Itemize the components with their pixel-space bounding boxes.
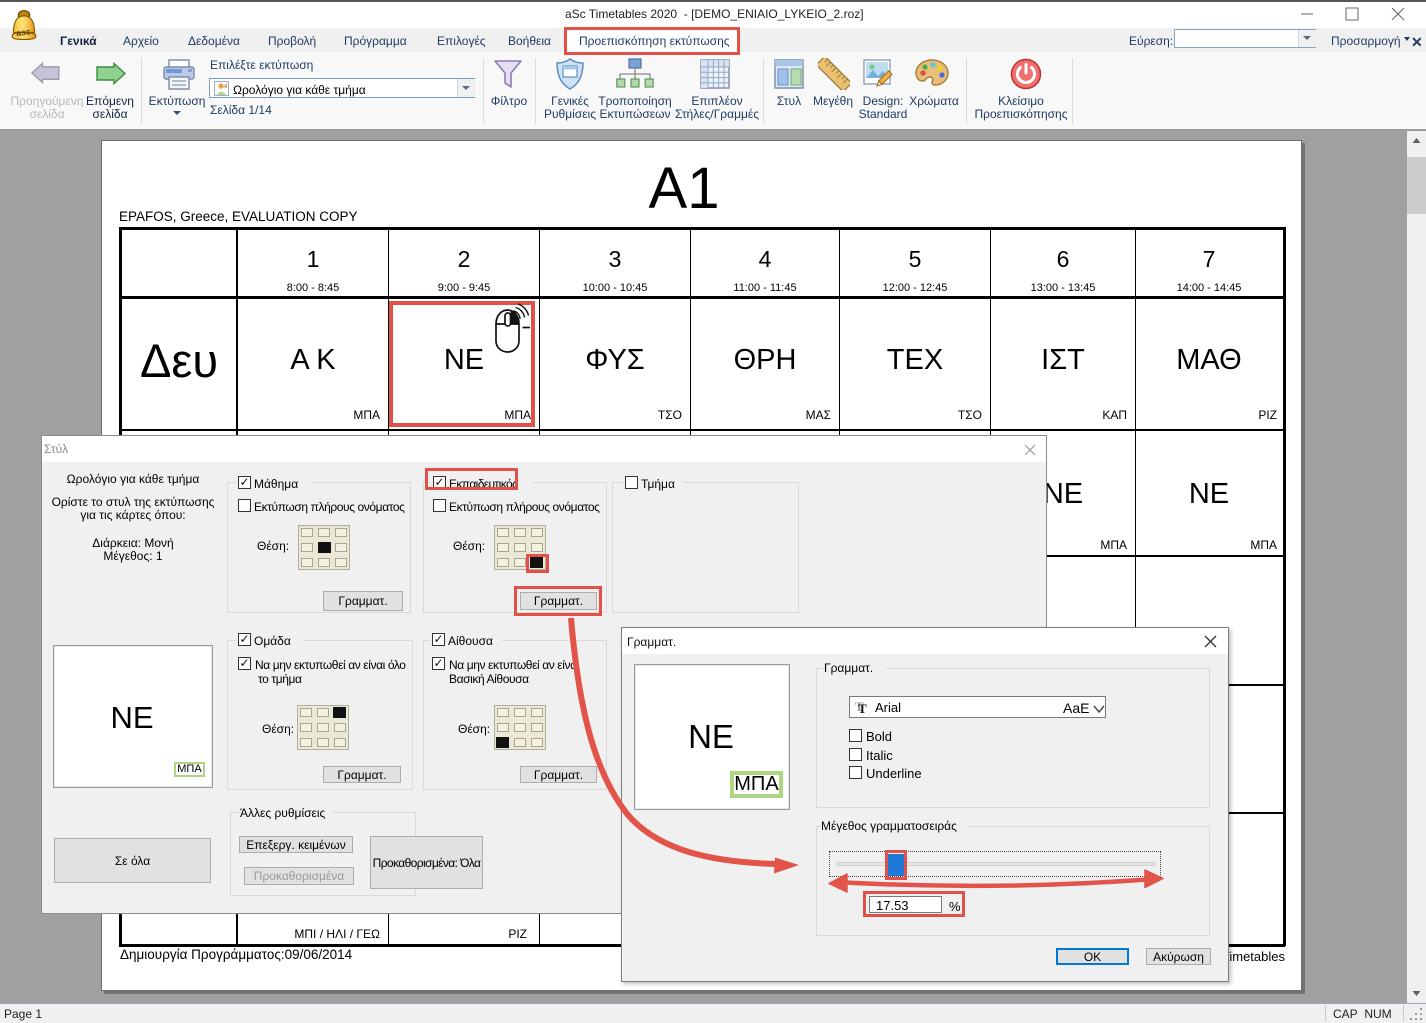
svg-text:asc: asc [15,26,31,38]
